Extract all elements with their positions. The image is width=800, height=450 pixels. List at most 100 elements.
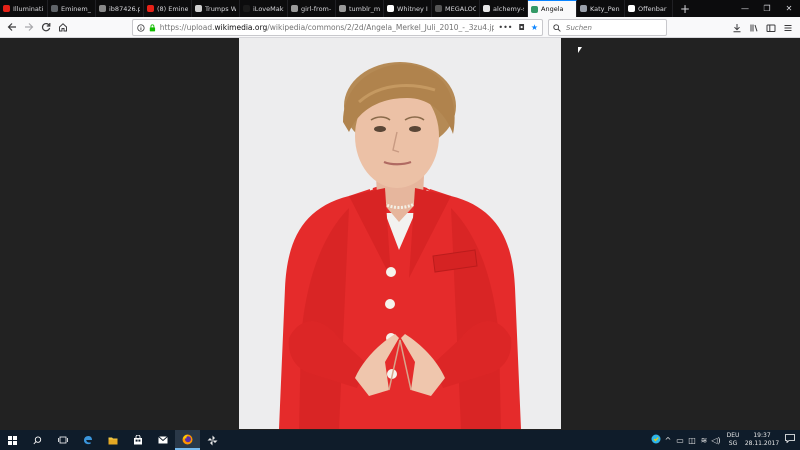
store-app-button[interactable] <box>125 430 150 450</box>
volume-icon[interactable]: ◁) <box>710 436 722 445</box>
image-viewer <box>0 38 800 430</box>
browser-tab[interactable]: Illuminati <box>0 0 48 17</box>
close-icon[interactable]: ✕ <box>778 0 800 17</box>
app-status-icon[interactable] <box>650 434 662 446</box>
toolbar-icons <box>728 19 796 36</box>
minimize-icon[interactable]: — <box>734 0 756 17</box>
tab-strip: Illuminati Eminem_ ib87426.p (8) Emine Trump… <box>0 0 800 17</box>
tab-label: Trumps W <box>205 4 236 13</box>
plus-icon: + <box>679 1 691 16</box>
tab-label: iLoveMak <box>253 4 284 13</box>
lock-icon[interactable] <box>149 23 156 32</box>
task-view-button[interactable] <box>50 430 75 450</box>
mail-app-button[interactable] <box>150 430 175 450</box>
browser-tab[interactable]: girl-from- <box>288 0 336 17</box>
chevron-up-icon[interactable]: ^ <box>662 436 674 445</box>
info-icon[interactable] <box>137 23 145 32</box>
mail-icon <box>157 436 168 444</box>
clock[interactable]: 19:37 28.11.2017 <box>744 432 780 448</box>
url-text[interactable]: https://upload.wikimedia.org/wikipedia/c… <box>160 23 495 32</box>
navigation-toolbar: https://upload.wikimedia.org/wikipedia/c… <box>0 17 800 38</box>
start-button[interactable] <box>0 430 25 450</box>
language-code: DEU <box>726 432 740 439</box>
clock-time: 19:37 <box>753 432 771 439</box>
tab-favicon-icon <box>195 5 202 12</box>
firefox-app-button[interactable] <box>175 430 200 450</box>
tab-label: Offenbar <box>638 4 667 13</box>
home-icon <box>58 23 67 32</box>
file-explorer-button[interactable] <box>100 430 125 450</box>
browser-tab[interactable]: Katy_Pen <box>577 0 625 17</box>
pinwheel-icon <box>207 435 218 445</box>
tab-favicon-icon <box>628 5 635 12</box>
browser-tab[interactable]: tumblr_m <box>336 0 384 17</box>
tab-label: (8) Emine <box>157 4 188 13</box>
tab-favicon-icon <box>483 5 490 12</box>
tab-label: Katy_Pen <box>590 4 620 13</box>
store-bag-icon <box>133 435 142 445</box>
taskbar: ^ ▭ ◫ ≋ ◁) DEU SG 19:37 28.11.2017 <box>0 430 800 450</box>
tab-favicon-icon <box>99 5 106 12</box>
browser-tab[interactable]: (8) Emine <box>144 0 192 17</box>
edge-app-button[interactable] <box>75 430 100 450</box>
home-button[interactable] <box>54 19 71 36</box>
browser-tab[interactable]: Whitney I <box>384 0 432 17</box>
browser-tab[interactable]: Trumps W <box>192 0 240 17</box>
library-icon[interactable] <box>745 19 762 36</box>
mouse-cursor <box>578 47 582 53</box>
language-indicator[interactable]: DEU SG <box>722 432 744 448</box>
reload-button[interactable] <box>37 19 54 36</box>
tab-label: Eminem_ <box>61 4 91 13</box>
menu-icon[interactable] <box>779 19 796 36</box>
clock-date: 28.11.2017 <box>744 440 780 447</box>
tab-label: ib87426.p <box>109 4 140 13</box>
wifi-icon[interactable]: ≋ <box>698 436 710 445</box>
browser-tab[interactable]: Angela <box>528 0 577 17</box>
reload-icon <box>41 23 50 32</box>
tab-label: tumblr_m <box>349 4 380 13</box>
tab-favicon-icon <box>243 5 250 12</box>
windows-logo-icon <box>8 435 17 445</box>
network-icon[interactable]: ◫ <box>686 436 698 445</box>
tab-favicon-icon <box>51 5 58 12</box>
system-tray: ^ ▭ ◫ ≋ ◁) DEU SG 19:37 28.11.2017 <box>650 430 800 450</box>
tab-label: Angela <box>541 5 564 13</box>
sidebar-icon[interactable] <box>762 19 779 36</box>
folder-icon <box>108 437 117 444</box>
new-tab-button[interactable]: + <box>673 0 697 17</box>
battery-icon[interactable]: ▭ <box>674 436 686 445</box>
page-actions-icon[interactable]: ••• <box>498 23 512 32</box>
search-bar[interactable] <box>548 19 667 36</box>
tab-favicon-icon <box>580 5 587 12</box>
browser-tab[interactable]: alchemy-s <box>480 0 528 17</box>
tab-favicon-icon <box>435 5 442 12</box>
url-bar[interactable]: https://upload.wikimedia.org/wikipedia/c… <box>132 19 543 36</box>
displayed-photo[interactable] <box>239 38 561 429</box>
browser-tab[interactable]: Offenbar <box>625 0 673 17</box>
back-button[interactable] <box>3 19 20 36</box>
tab-label: MEGALOC <box>445 4 476 13</box>
browser-tab[interactable]: Eminem_ <box>48 0 96 17</box>
url-host: wikimedia.org <box>214 23 268 32</box>
arrow-right-icon <box>24 23 33 31</box>
action-center-button[interactable] <box>780 434 800 446</box>
edge-icon <box>83 436 92 445</box>
language-region: SG <box>728 440 738 447</box>
search-taskbar-button[interactable] <box>25 430 50 450</box>
maximize-icon[interactable]: ❐ <box>756 0 778 17</box>
tab-favicon-icon <box>291 5 298 12</box>
search-input[interactable] <box>566 23 656 32</box>
search-icon <box>33 435 42 444</box>
url-actions: ••• ◘ ★ <box>498 23 538 32</box>
downloads-icon[interactable] <box>728 19 745 36</box>
browser-tab[interactable]: MEGALOC <box>432 0 480 17</box>
forward-button[interactable] <box>20 19 37 36</box>
tab-label: girl-from- <box>301 4 332 13</box>
browser-tab[interactable]: iLoveMak <box>240 0 288 17</box>
tab-favicon-icon <box>339 5 346 12</box>
pinwheel-app-button[interactable] <box>200 430 225 450</box>
pocket-icon[interactable]: ◘ <box>519 23 525 32</box>
bookmark-star-icon[interactable]: ★ <box>531 23 538 32</box>
browser-tab[interactable]: ib87426.p <box>96 0 144 17</box>
tab-label: Whitney I <box>397 4 428 13</box>
